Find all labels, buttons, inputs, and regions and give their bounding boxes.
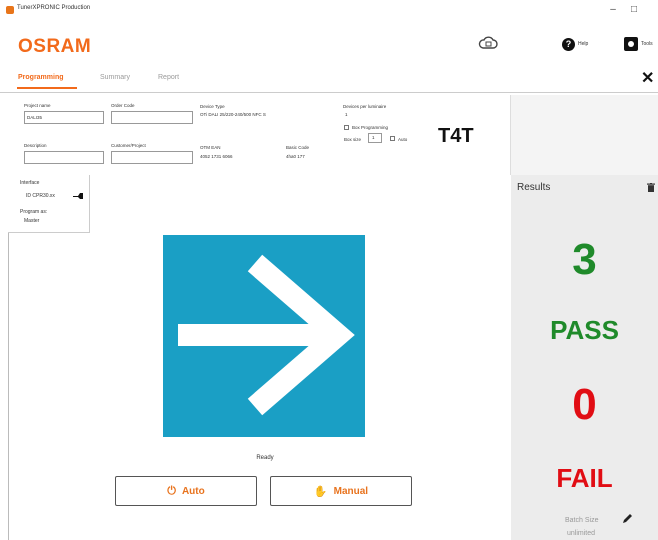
trash-icon[interactable] (647, 183, 655, 192)
box-size-label: Box size (344, 137, 362, 142)
pass-count: 3 (572, 235, 597, 284)
window-title: TunerXPRONIC Production (17, 5, 91, 11)
box-size-field[interactable]: 1 (368, 133, 382, 143)
power-icon: ⏻ (167, 484, 176, 497)
auto-button-label: Auto (181, 485, 205, 497)
results-title: Results (517, 182, 551, 193)
help-button[interactable]: ? Help (562, 37, 588, 51)
order-code-field[interactable] (111, 111, 193, 124)
minimize-button[interactable]: – (603, 2, 623, 18)
pass-label: PASS (550, 315, 619, 345)
device-type-label: Device Type (200, 104, 225, 109)
program-as-value: Master (24, 218, 40, 224)
pencil-icon[interactable] (621, 513, 633, 525)
tools-label: Tools (641, 41, 653, 47)
app-icon (6, 6, 14, 14)
close-icon[interactable]: ✕ (641, 68, 654, 88)
usb-plug-icon (73, 193, 83, 199)
hand-icon: ✋ (313, 485, 328, 498)
tab-programming[interactable]: Programming (18, 74, 64, 81)
t4t-badge: T4T (438, 125, 474, 147)
auto-checkbox-label: Auto (398, 137, 408, 142)
otm-ean-label: OTM EAN (200, 145, 221, 150)
otm-ean-value: 4052 1731 6066 (200, 154, 233, 159)
project-name-label: Project name (24, 103, 51, 108)
batch-size-label: Batch Size (565, 517, 599, 524)
interface-panel: Interface ID CPR30.xx Program as: Master (8, 175, 90, 233)
order-code-label: Order Code (111, 103, 135, 108)
devices-per-luminaire-label: Devices per luminaire (343, 104, 387, 109)
status-text: Ready (256, 455, 274, 461)
box-programming-checkbox[interactable] (344, 125, 349, 130)
program-as-label: Program as: (20, 209, 48, 215)
fail-label: FAIL (556, 463, 613, 493)
device-info-panel: Project name DALI35 Order Code Device Ty… (8, 95, 511, 175)
devices-per-luminaire-value: 1 (345, 112, 348, 117)
active-tab-underline (17, 87, 77, 89)
device-type-value: OTi DALI 25/220-240/500 NFC S (200, 112, 266, 117)
tab-bar: Programming Summary Report ✕ (0, 68, 658, 92)
basic-code-value: 4ha0 177 (286, 154, 305, 159)
box-programming-label: Box Programming (352, 125, 389, 130)
results-header-area (511, 95, 658, 175)
title-bar: TunerXPRONIC Production – □ (0, 0, 658, 22)
help-icon: ? (562, 37, 575, 51)
auto-checkbox[interactable] (390, 136, 395, 141)
fail-count: 0 (572, 380, 597, 429)
basic-code-label: Basic Code (286, 145, 310, 150)
customer-project-label: Customer/Project (111, 143, 146, 148)
tools-button[interactable]: Tools (624, 37, 653, 51)
tab-report[interactable]: Report (158, 74, 179, 81)
interface-label: Interface (20, 180, 40, 186)
project-name-field[interactable]: DALI35 (24, 111, 104, 124)
arrow-right-icon (178, 254, 355, 416)
description-label: Description (24, 143, 47, 148)
cloud-icon[interactable] (478, 36, 498, 50)
maximize-button[interactable]: □ (624, 2, 644, 18)
auto-button[interactable]: ⏻ Auto (115, 476, 257, 506)
app-header: OSRAM ? Help Tools (0, 22, 658, 68)
tab-summary[interactable]: Summary (100, 74, 130, 81)
manual-button[interactable]: ✋ Manual (270, 476, 412, 506)
interface-value[interactable]: ID CPR30.xx (26, 193, 55, 199)
results-panel: Results 3 PASS 0 FAIL Batch Size unlimit… (511, 175, 658, 540)
header-divider (0, 92, 658, 93)
osram-logo: OSRAM (18, 36, 92, 57)
status-arrow-tile (163, 235, 365, 437)
manual-button-label: Manual (333, 485, 369, 497)
gear-icon (624, 37, 638, 51)
help-label: Help (578, 41, 589, 47)
customer-project-field[interactable] (111, 151, 193, 164)
description-field[interactable] (24, 151, 104, 164)
batch-size-value: unlimited (567, 530, 596, 537)
